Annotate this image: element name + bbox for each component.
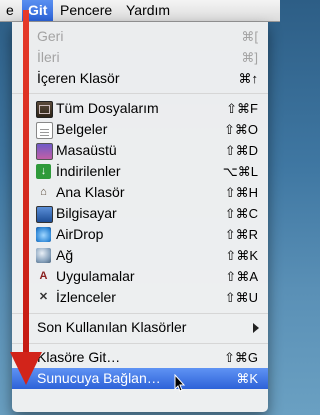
menu-item-label: İndirilenler	[56, 163, 121, 179]
menu-item-shortcut: ⌥⌘L	[222, 164, 258, 179]
menu-item-shortcut: ⇧⌘U	[224, 290, 258, 305]
menu-item-shortcut: ⇧⌘C	[224, 206, 258, 221]
menu-item-label: Sunucuya Bağlan…	[37, 370, 161, 386]
menu-item-documents[interactable]: Belgeler ⇧⌘O	[12, 119, 268, 140]
menu-separator	[12, 313, 268, 314]
submenu-arrow-icon	[253, 323, 259, 333]
all-my-files-icon	[36, 101, 53, 118]
menu-item-shortcut: ⇧⌘G	[223, 350, 258, 365]
menu-item-shortcut: ⇧⌘D	[224, 143, 258, 158]
menu-separator	[12, 93, 268, 94]
menu-item-shortcut: ⌘↑	[238, 71, 259, 86]
menu-item-shortcut: ⇧⌘A	[225, 269, 258, 284]
home-folder-icon: ⌂	[40, 186, 47, 198]
menu-item-forward: İleri ⌘]	[12, 47, 268, 68]
menu-item-back: Geri ⌘[	[12, 26, 268, 47]
documents-folder-icon	[36, 122, 53, 139]
menubar-item-git[interactable]: Git	[22, 0, 54, 21]
menu-item-label: İçeren Klasör	[37, 70, 120, 86]
menu-item-shortcut: ⇧⌘H	[224, 185, 258, 200]
menubar-item-previous[interactable]: e	[0, 0, 20, 21]
menu-item-shortcut: ⌘[	[241, 29, 258, 44]
downloads-folder-icon: ↓	[36, 164, 51, 179]
menu-item-label: Ağ	[56, 247, 74, 263]
menu-item-recent-folders[interactable]: Son Kullanılan Klasörler	[12, 317, 268, 338]
menu-item-downloads[interactable]: ↓ İndirilenler ⌥⌘L	[12, 161, 268, 182]
airdrop-icon	[36, 227, 51, 242]
menu-bar: e Git Pencere Yardım	[0, 0, 280, 22]
menu-item-shortcut: ⇧⌘R	[224, 227, 258, 242]
menu-item-shortcut: ⌘]	[241, 50, 258, 65]
menu-item-label: İzlenceler	[56, 289, 116, 305]
menu-item-label: Masaüstü	[56, 142, 117, 158]
desktop-folder-icon	[36, 143, 53, 160]
menu-item-go-to-folder[interactable]: Klasöre Git… ⇧⌘G	[12, 347, 268, 368]
menu-item-label: Uygulamalar	[56, 268, 135, 284]
menu-item-home[interactable]: ⌂ Ana Klasör ⇧⌘H	[12, 182, 268, 203]
menu-item-shortcut: ⌘K	[236, 371, 258, 386]
menu-item-label: İleri	[37, 49, 60, 65]
menu-item-label: AirDrop	[56, 226, 104, 242]
computer-icon	[36, 206, 53, 223]
mouse-cursor-icon	[174, 374, 186, 392]
menu-item-label: Klasöre Git…	[37, 349, 121, 365]
menu-item-shortcut: ⇧⌘O	[223, 122, 258, 137]
menu-separator	[12, 343, 268, 344]
menu-item-airdrop[interactable]: AirDrop ⇧⌘R	[12, 224, 268, 245]
menu-item-label: Son Kullanılan Klasörler	[37, 319, 187, 335]
menu-item-utilities[interactable]: ✕ İzlenceler ⇧⌘U	[12, 287, 268, 308]
menu-item-shortcut: ⇧⌘F	[226, 101, 258, 116]
menu-item-label: Ana Klasör	[56, 184, 125, 200]
menu-item-network[interactable]: Ağ ⇧⌘K	[12, 245, 268, 266]
menu-item-enclosing-folder[interactable]: İçeren Klasör ⌘↑	[12, 68, 268, 89]
menu-item-connect-to-server[interactable]: Sunucuya Bağlan… ⌘K	[12, 368, 268, 389]
menu-item-computer[interactable]: Bilgisayar ⇧⌘C	[12, 203, 268, 224]
menu-item-applications[interactable]: A Uygulamalar ⇧⌘A	[12, 266, 268, 287]
menu-item-all-my-files[interactable]: Tüm Dosyalarım ⇧⌘F	[12, 98, 268, 119]
menubar-item-yardim[interactable]: Yardım	[120, 0, 176, 21]
applications-folder-icon: A	[39, 270, 48, 282]
network-icon	[36, 248, 51, 263]
menu-item-label: Belgeler	[56, 121, 108, 137]
go-menu: Geri ⌘[ İleri ⌘] İçeren Klasör ⌘↑ Tüm Do…	[12, 22, 268, 412]
menu-item-label: Geri	[37, 28, 64, 44]
menu-item-label: Tüm Dosyalarım	[56, 100, 159, 116]
menu-item-shortcut: ⇧⌘K	[225, 248, 258, 263]
menubar-item-pencere[interactable]: Pencere	[54, 0, 118, 21]
menu-item-label: Bilgisayar	[56, 205, 117, 221]
menu-item-desktop[interactable]: Masaüstü ⇧⌘D	[12, 140, 268, 161]
utilities-folder-icon: ✕	[38, 291, 49, 303]
